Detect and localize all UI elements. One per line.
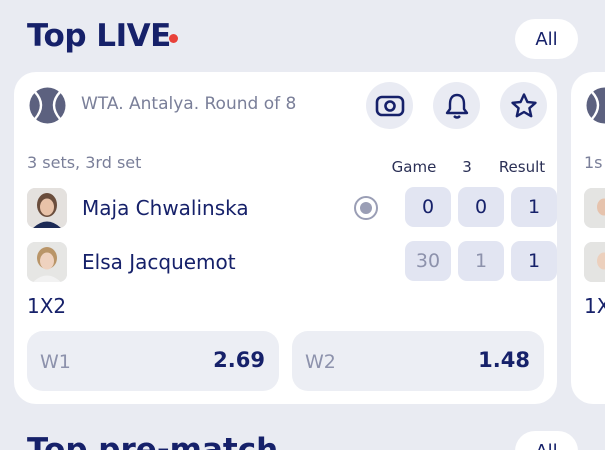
section-title: Top pre-match [27,432,279,450]
player-name: Elsa Jacquemot [82,250,236,274]
market-label: 1X2 [27,294,67,318]
player-row: Maja Chwalinska 0 0 1 [27,186,557,230]
odd-w2-button[interactable]: W2 1.48 [292,331,544,391]
favorite-button[interactable] [500,82,547,129]
scoreboard-button[interactable] [366,82,413,129]
odd-w1-button[interactable]: W1 2.69 [27,331,279,391]
player-avatar [584,188,605,228]
player-avatar [27,188,67,228]
result-score: 1 [511,241,557,281]
game-score: 30 [405,241,451,281]
market-label: 1X [584,294,605,318]
odd-value: 2.69 [213,348,265,372]
scoreboard-icon [375,95,404,116]
column-game: Game [391,158,437,176]
odd-label: W2 [305,351,336,373]
set-3-score: 0 [458,187,504,227]
all-live-button[interactable]: All [515,19,578,59]
tennis-ball-icon [586,87,605,124]
serving-indicator-icon [354,196,378,220]
bell-icon [445,93,468,119]
column-result: Result [498,158,546,176]
column-set-3: 3 [462,158,472,176]
sets-info: 1s [584,153,603,172]
live-match-card[interactable]: WTA. Antalya. Round of 8 3 sets, 3rd set… [14,72,557,404]
set-3-score: 1 [458,241,504,281]
result-score: 1 [511,187,557,227]
odd-label: W1 [40,351,71,373]
player-row: Elsa Jacquemot 30 1 1 [27,240,557,284]
star-icon [510,92,537,117]
league-name: WTA. Antalya. Round of 8 [81,94,297,114]
notification-button[interactable] [433,82,480,129]
live-indicator-dot [169,34,178,43]
sets-info: 3 sets, 3rd set [27,153,142,172]
game-score: 0 [405,187,451,227]
player-name: Maja Chwalinska [82,196,249,220]
odd-value: 1.48 [478,348,530,372]
tennis-ball-icon [29,87,66,124]
section-title: Top LIVE [27,18,171,54]
all-prematch-button[interactable]: All [515,431,578,450]
player-avatar [584,242,605,282]
next-match-card[interactable]: 1s 1X [571,72,605,404]
player-avatar [27,242,67,282]
